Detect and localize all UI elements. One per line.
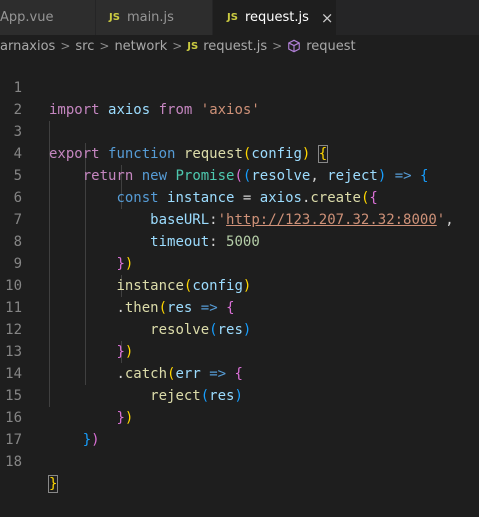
- tab-label: main.js: [126, 10, 174, 25]
- tab-main-js[interactable]: JS main.js: [96, 0, 213, 35]
- tab-app-vue[interactable]: App.vue: [0, 0, 96, 35]
- breadcrumb-item-project[interactable]: arnaxios: [0, 39, 55, 54]
- breadcrumb-item-src[interactable]: src: [75, 39, 94, 54]
- breadcrumb: arnaxios > src > network > JS request.js…: [0, 35, 479, 57]
- code-line: 15 }): [0, 363, 479, 426]
- code-line: 13 .catch(err => {: [0, 319, 479, 382]
- code-line: 4 return new Promise((resolve, reject) =…: [0, 121, 479, 184]
- code-line: 7 timeout: 5000: [0, 187, 479, 250]
- breadcrumb-item-symbol[interactable]: request: [306, 39, 355, 54]
- tab-label: App.vue: [0, 10, 54, 25]
- code-line: 17: [0, 407, 479, 448]
- code-line: 6 baseURL:'http://123.207.32.32:8000',: [0, 165, 479, 228]
- code-editor[interactable]: 1 import axios from 'axios' 2 3 export f…: [0, 55, 479, 493]
- chevron-right-icon: >: [172, 39, 183, 53]
- method-cube-icon: [288, 39, 301, 53]
- tab-request-js[interactable]: JS request.js ×: [213, 0, 337, 35]
- code-line: 18 }: [0, 429, 479, 493]
- code-line: 14 reject(res): [0, 341, 479, 404]
- close-icon[interactable]: ×: [321, 9, 334, 27]
- code-line: 5 const instance = axios.create({: [0, 143, 479, 206]
- code-text: }: [47, 475, 59, 493]
- code-line: 3 export function request(config) {: [0, 99, 479, 163]
- breadcrumb-item-network[interactable]: network: [114, 39, 167, 54]
- js-file-icon: JS: [109, 12, 120, 23]
- tab-bar: App.vue JS main.js JS request.js ×: [0, 0, 479, 35]
- js-file-icon: JS: [187, 40, 199, 52]
- code-line: 16 }): [0, 385, 479, 448]
- line-number: 18: [5, 454, 22, 470]
- tab-label: request.js: [244, 10, 309, 25]
- code-line: 1 import axios from 'axios': [0, 55, 479, 118]
- code-line: 11 resolve(res): [0, 275, 479, 338]
- chevron-right-icon: >: [60, 39, 71, 53]
- code-line: 10 .then(res => {: [0, 253, 479, 316]
- code-line: 9 instance(config): [0, 231, 479, 294]
- code-line: 2: [0, 77, 479, 118]
- chevron-right-icon: >: [99, 39, 110, 53]
- code-line: 8 }): [0, 209, 479, 272]
- breadcrumb-item-file[interactable]: request.js: [203, 39, 267, 54]
- js-file-icon: JS: [227, 12, 238, 23]
- code-line: 12 }): [0, 297, 479, 360]
- chevron-right-icon: >: [272, 39, 283, 53]
